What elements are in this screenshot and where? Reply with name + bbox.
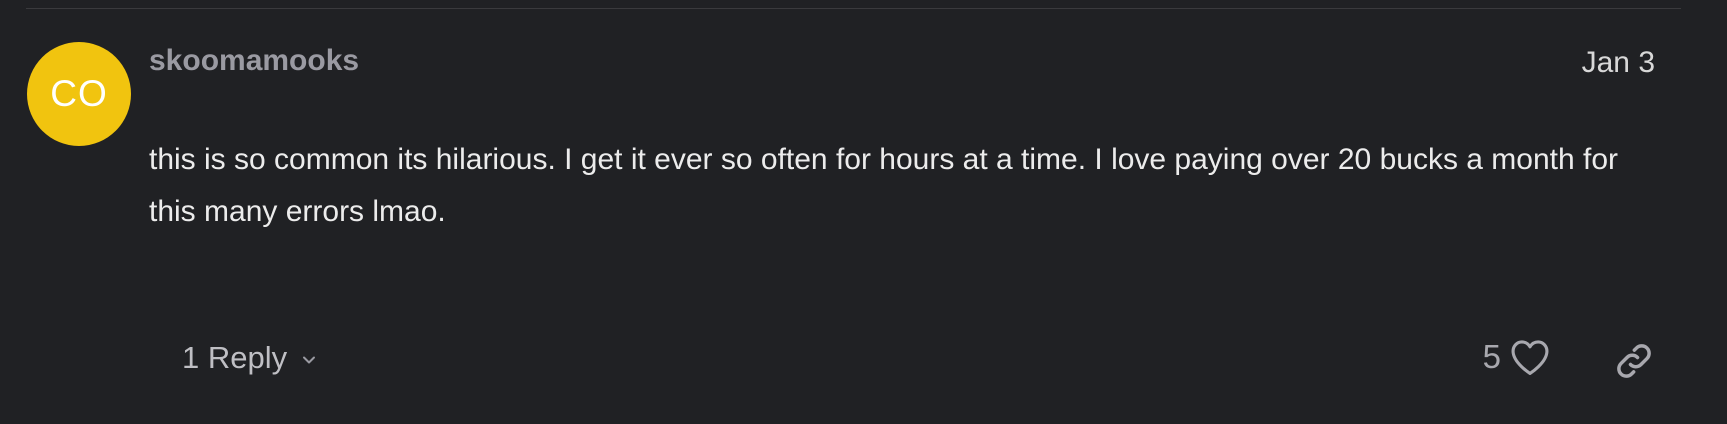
replies-toggle-button[interactable]: 1 Reply <box>182 340 317 376</box>
replies-label: 1 Reply <box>182 340 288 375</box>
heart-icon <box>1511 340 1549 375</box>
comment-body: this is so common its hilarious. I get i… <box>149 143 1619 228</box>
avatar-initials: CO <box>50 73 108 114</box>
link-icon[interactable] <box>1613 340 1655 382</box>
comment-username[interactable]: skoomamooks <box>149 44 359 78</box>
avatar[interactable]: CO <box>27 42 131 146</box>
comment-date[interactable]: Jan 3 <box>1582 46 1655 80</box>
top-divider <box>26 8 1681 9</box>
chevron-down-icon <box>303 356 316 364</box>
like-button[interactable]: 5 <box>1483 338 1551 376</box>
like-count: 5 <box>1482 338 1501 375</box>
